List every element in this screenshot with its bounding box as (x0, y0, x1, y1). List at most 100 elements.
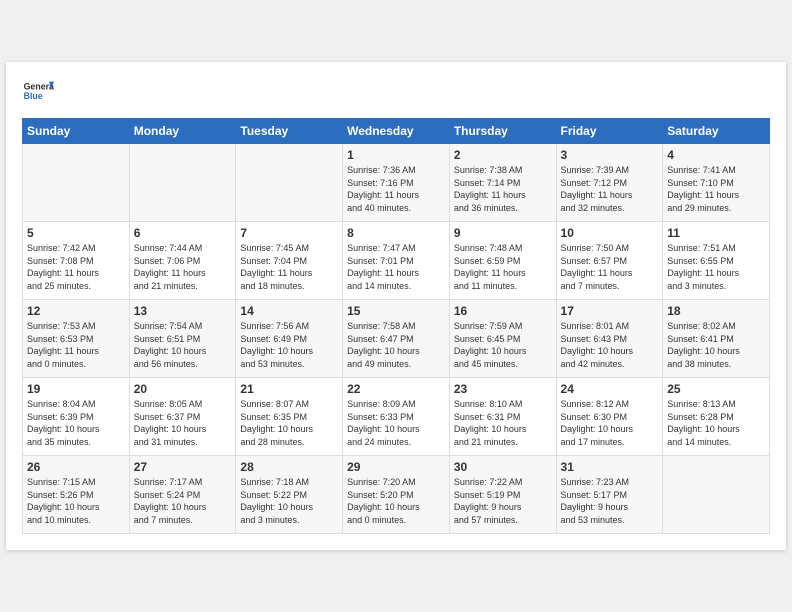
day-info: Sunrise: 7:45 AMSunset: 7:04 PMDaylight:… (240, 242, 338, 292)
day-number: 28 (240, 460, 338, 474)
calendar-cell: 21 Sunrise: 8:07 AMSunset: 6:35 PMDayligh… (236, 378, 343, 456)
day-number: 6 (134, 226, 232, 240)
calendar-cell: 8 Sunrise: 7:47 AMSunset: 7:01 PMDaylight… (343, 222, 450, 300)
week-row-1: 1 Sunrise: 7:36 AMSunset: 7:16 PMDaylight… (23, 144, 770, 222)
calendar-cell: 2 Sunrise: 7:38 AMSunset: 7:14 PMDaylight… (449, 144, 556, 222)
day-number: 5 (27, 226, 125, 240)
calendar-cell: 27Sunrise: 7:17 AMSunset: 5:24 PMDayligh… (129, 456, 236, 534)
day-number: 11 (667, 226, 765, 240)
calendar-cell: 4Sunrise: 7:41 AMSunset: 7:10 PMDaylight… (663, 144, 770, 222)
day-info: Sunrise: 7:44 AMSunset: 7:06 PMDaylight:… (134, 242, 232, 292)
week-row-5: 26 Sunrise: 7:15 AMSunset: 5:26 PMDayligh… (23, 456, 770, 534)
day-number: 16 (454, 304, 552, 318)
day-number: 9 (454, 226, 552, 240)
week-row-3: 12 Sunrise: 7:53 AMSunset: 6:53 PMDayligh… (23, 300, 770, 378)
calendar-cell (129, 144, 236, 222)
day-info: Sunrise: 7:50 AMSunset: 6:57 PMDaylight:… (561, 242, 659, 292)
day-info: Sunrise: 7:15 AMSunset: 5:26 PMDaylight:… (27, 476, 125, 526)
calendar-cell: 17 Sunrise: 8:01 AMSunset: 6:43 PMDayligh… (556, 300, 663, 378)
day-info: Sunrise: 7:58 AMSunset: 6:47 PMDaylight:… (347, 320, 445, 370)
day-number: 14 (240, 304, 338, 318)
calendar-cell: 20Sunrise: 8:05 AMSunset: 6:37 PMDayligh… (129, 378, 236, 456)
calendar-cell (236, 144, 343, 222)
logo: General Blue (22, 78, 54, 106)
day-info: Sunrise: 7:54 AMSunset: 6:51 PMDaylight:… (134, 320, 232, 370)
calendar-cell: 28 Sunrise: 7:18 AMSunset: 5:22 PMDayligh… (236, 456, 343, 534)
calendar-cell: 5 Sunrise: 7:42 AMSunset: 7:08 PMDaylight… (23, 222, 130, 300)
day-number: 18 (667, 304, 765, 318)
day-number: 22 (347, 382, 445, 396)
day-header-sunday: Sunday (23, 119, 130, 144)
calendar-cell: 11 Sunrise: 7:51 AMSunset: 6:55 PMDayligh… (663, 222, 770, 300)
day-info: Sunrise: 8:09 AMSunset: 6:33 PMDaylight:… (347, 398, 445, 448)
day-info: Sunrise: 7:41 AMSunset: 7:10 PMDaylight:… (667, 164, 765, 214)
day-header-monday: Monday (129, 119, 236, 144)
day-info: Sunrise: 7:20 AMSunset: 5:20 PMDaylight:… (347, 476, 445, 526)
calendar-cell: 19 Sunrise: 8:04 AMSunset: 6:39 PMDayligh… (23, 378, 130, 456)
calendar-cell: 31 Sunrise: 7:23 AMSunset: 5:17 PMDayligh… (556, 456, 663, 534)
day-info: Sunrise: 7:48 AMSunset: 6:59 PMDaylight:… (454, 242, 552, 292)
calendar-cell: 18 Sunrise: 8:02 AMSunset: 6:41 PMDayligh… (663, 300, 770, 378)
day-info: Sunrise: 8:07 AMSunset: 6:35 PMDaylight:… (240, 398, 338, 448)
day-number: 30 (454, 460, 552, 474)
day-header-thursday: Thursday (449, 119, 556, 144)
calendar-cell: 29Sunrise: 7:20 AMSunset: 5:20 PMDayligh… (343, 456, 450, 534)
day-number: 19 (27, 382, 125, 396)
svg-text:General: General (24, 82, 54, 92)
day-number: 31 (561, 460, 659, 474)
calendar-cell: 24Sunrise: 8:12 AMSunset: 6:30 PMDayligh… (556, 378, 663, 456)
day-header-saturday: Saturday (663, 119, 770, 144)
day-number: 10 (561, 226, 659, 240)
day-info: Sunrise: 7:18 AMSunset: 5:22 PMDaylight:… (240, 476, 338, 526)
day-info: Sunrise: 7:22 AMSunset: 5:19 PMDaylight:… (454, 476, 552, 526)
day-number: 17 (561, 304, 659, 318)
calendar-cell: 1 Sunrise: 7:36 AMSunset: 7:16 PMDaylight… (343, 144, 450, 222)
day-number: 2 (454, 148, 552, 162)
day-number: 23 (454, 382, 552, 396)
calendar-cell: 10 Sunrise: 7:50 AMSunset: 6:57 PMDayligh… (556, 222, 663, 300)
day-number: 7 (240, 226, 338, 240)
day-info: Sunrise: 7:39 AMSunset: 7:12 PMDaylight:… (561, 164, 659, 214)
day-number: 8 (347, 226, 445, 240)
calendar-header: General Blue (22, 78, 770, 106)
calendar-cell: 15 Sunrise: 7:58 AMSunset: 6:47 PMDayligh… (343, 300, 450, 378)
day-number: 13 (134, 304, 232, 318)
day-header-friday: Friday (556, 119, 663, 144)
days-header-row: SundayMondayTuesdayWednesdayThursdayFrid… (23, 119, 770, 144)
calendar-cell: 13 Sunrise: 7:54 AMSunset: 6:51 PMDayligh… (129, 300, 236, 378)
day-info: Sunrise: 7:56 AMSunset: 6:49 PMDaylight:… (240, 320, 338, 370)
calendar-cell: 16Sunrise: 7:59 AMSunset: 6:45 PMDayligh… (449, 300, 556, 378)
calendar-cell: 23Sunrise: 8:10 AMSunset: 6:31 PMDayligh… (449, 378, 556, 456)
calendar-cell: 26 Sunrise: 7:15 AMSunset: 5:26 PMDayligh… (23, 456, 130, 534)
calendar-cell: 3Sunrise: 7:39 AMSunset: 7:12 PMDaylight… (556, 144, 663, 222)
day-info: Sunrise: 8:01 AMSunset: 6:43 PMDaylight:… (561, 320, 659, 370)
day-number: 26 (27, 460, 125, 474)
day-info: Sunrise: 7:38 AMSunset: 7:14 PMDaylight:… (454, 164, 552, 214)
day-info: Sunrise: 8:13 AMSunset: 6:28 PMDaylight:… (667, 398, 765, 448)
calendar-cell: 6 Sunrise: 7:44 AMSunset: 7:06 PMDaylight… (129, 222, 236, 300)
calendar-table: SundayMondayTuesdayWednesdayThursdayFrid… (22, 118, 770, 534)
day-info: Sunrise: 7:47 AMSunset: 7:01 PMDaylight:… (347, 242, 445, 292)
day-info: Sunrise: 7:42 AMSunset: 7:08 PMDaylight:… (27, 242, 125, 292)
calendar-cell: 30 Sunrise: 7:22 AMSunset: 5:19 PMDayligh… (449, 456, 556, 534)
calendar-cell (23, 144, 130, 222)
day-number: 15 (347, 304, 445, 318)
calendar-cell: 9 Sunrise: 7:48 AMSunset: 6:59 PMDaylight… (449, 222, 556, 300)
day-number: 21 (240, 382, 338, 396)
svg-text:Blue: Blue (24, 91, 43, 101)
calendar-cell: 14 Sunrise: 7:56 AMSunset: 6:49 PMDayligh… (236, 300, 343, 378)
day-info: Sunrise: 8:02 AMSunset: 6:41 PMDaylight:… (667, 320, 765, 370)
day-number: 24 (561, 382, 659, 396)
day-info: Sunrise: 7:36 AMSunset: 7:16 PMDaylight:… (347, 164, 445, 214)
day-info: Sunrise: 7:51 AMSunset: 6:55 PMDaylight:… (667, 242, 765, 292)
day-number: 27 (134, 460, 232, 474)
calendar-cell (663, 456, 770, 534)
day-info: Sunrise: 7:23 AMSunset: 5:17 PMDaylight:… (561, 476, 659, 526)
calendar-cell: 7 Sunrise: 7:45 AMSunset: 7:04 PMDaylight… (236, 222, 343, 300)
day-number: 12 (27, 304, 125, 318)
day-header-wednesday: Wednesday (343, 119, 450, 144)
day-info: Sunrise: 7:53 AMSunset: 6:53 PMDaylight:… (27, 320, 125, 370)
day-info: Sunrise: 8:04 AMSunset: 6:39 PMDaylight:… (27, 398, 125, 448)
day-number: 1 (347, 148, 445, 162)
day-number: 20 (134, 382, 232, 396)
